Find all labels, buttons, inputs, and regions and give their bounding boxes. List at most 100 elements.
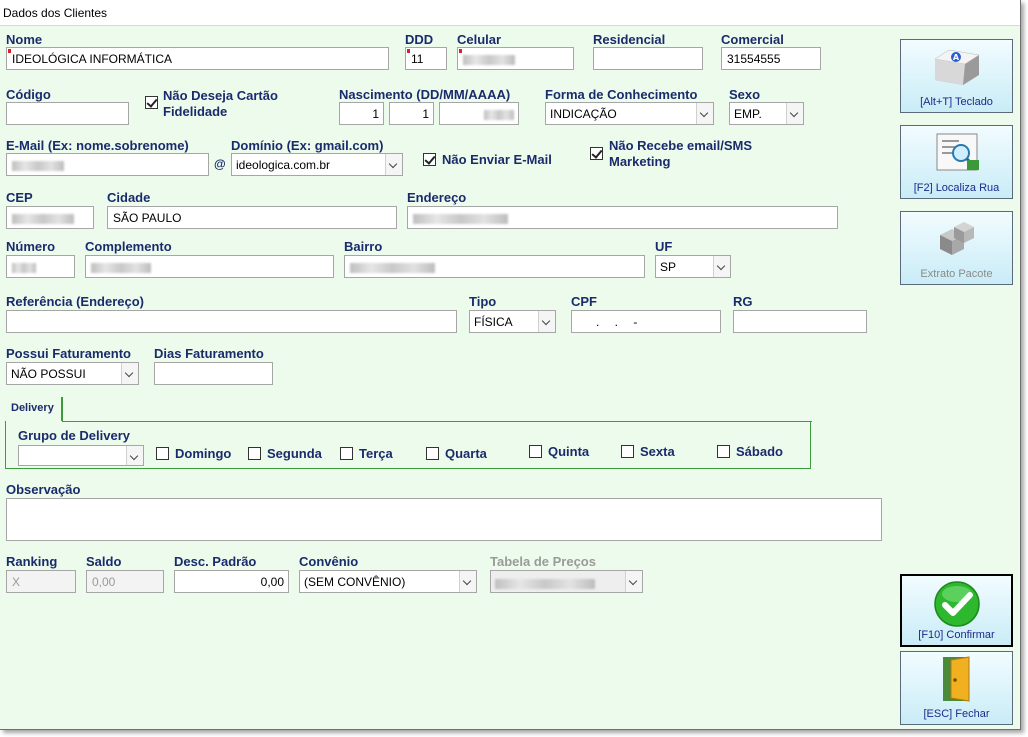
sexta-label: Sexta [640,444,675,459]
package-icon [939,222,974,255]
uf-select[interactable]: SP [655,255,731,278]
client-form-window: Dados dos Clientes Nome IDEOLÓGICA INFOR… [0,0,1021,730]
dominio-value: ideologica.com.br [236,158,331,172]
sexo-value: EMP. [734,107,762,121]
ranking-input: X [6,570,76,593]
quinta-label: Quinta [548,444,590,459]
chevron-down-icon[interactable] [696,103,713,124]
codigo-input[interactable] [6,102,129,125]
segunda-label: Segunda [267,446,322,461]
convenio-value: (SEM CONVÊNIO) [304,575,406,589]
title-bar: Dados dos Clientes [0,0,1020,26]
residencial-input[interactable] [593,47,703,70]
bairro-input[interactable] [344,255,645,278]
codigo-label: Código [6,87,51,102]
fechar-caption: [ESC] Fechar [923,708,990,720]
redacted-value [495,578,595,589]
desc-padrao-input[interactable]: 0,00 [174,570,289,593]
domingo-label: Domingo [175,446,232,461]
quinta-checkbox[interactable] [529,445,542,458]
bairro-label: Bairro [344,239,383,254]
nao-recebe-marketing-label: Não Recebe email/SMS Marketing [609,138,753,169]
tipo-select[interactable]: FÍSICA [469,310,556,333]
sabado-checkbox[interactable] [717,445,730,458]
desc-padrao-label: Desc. Padrão [174,554,257,569]
redacted-value [91,262,151,273]
residencial-label: Residencial [593,32,666,47]
chevron-down-icon[interactable] [713,256,730,277]
teclado-button[interactable]: A [Alt+T] Teclado [900,39,1013,113]
confirmar-button[interactable]: [F10] Confirmar [900,574,1013,647]
dias-faturamento-label: Dias Faturamento [154,346,264,361]
convenio-select[interactable]: (SEM CONVÊNIO) [299,570,477,593]
extrato-pacote-caption: Extrato Pacote [920,268,993,280]
svg-text:A: A [952,53,959,62]
chevron-down-icon[interactable] [126,446,143,465]
tabela-precos-label: Tabela de Preços [490,554,596,569]
sexo-select[interactable]: EMP. [729,102,804,125]
email-input[interactable] [6,153,209,176]
observacao-label: Observação [6,482,81,497]
nao-enviar-email-checkbox[interactable] [423,153,436,166]
quarta-checkbox[interactable] [426,447,439,460]
teclado-caption: [Alt+T] Teclado [920,96,993,108]
ddd-label: DDD [405,32,434,47]
cpf-label: CPF [571,294,597,309]
observacao-textarea[interactable] [6,498,882,541]
endereco-label: Endereço [407,190,467,205]
celular-input[interactable] [457,47,574,70]
saldo-label: Saldo [86,554,122,569]
convenio-label: Convênio [299,554,359,569]
numero-label: Número [6,239,56,254]
dias-faturamento-input[interactable] [154,362,273,385]
nome-input[interactable]: IDEOLÓGICA INFORMÁTICA [6,47,389,70]
uf-label: UF [655,239,673,254]
quarta-label: Quarta [445,446,487,461]
nascimento-day-input[interactable]: 1 [339,102,384,125]
dominio-label: Domínio (Ex: gmail.com) [231,138,384,153]
rg-label: RG [733,294,753,309]
cpf-input[interactable]: . . - [571,310,721,333]
dominio-select[interactable]: ideologica.com.br [231,153,403,176]
numero-input[interactable] [6,255,75,278]
ranking-label: Ranking [6,554,58,569]
chevron-down-icon[interactable] [385,154,402,175]
check-icon [933,581,980,627]
tabela-precos-select [490,570,643,593]
exit-door-icon [942,656,969,702]
chevron-down-icon[interactable] [121,363,138,384]
at-sign: @ [214,157,226,171]
complemento-input[interactable] [85,255,334,278]
chevron-down-icon[interactable] [459,571,476,592]
chevron-down-icon[interactable] [786,103,803,124]
possui-faturamento-select[interactable]: NÃO POSSUI [6,362,139,385]
tipo-value: FÍSICA [474,315,513,329]
localiza-rua-button[interactable]: [F2] Localiza Rua [900,125,1013,199]
sexta-checkbox[interactable] [621,445,634,458]
referencia-input[interactable] [6,310,457,333]
forma-conhecimento-select[interactable]: INDICAÇÃO [545,102,714,125]
domingo-checkbox[interactable] [156,447,169,460]
comercial-input[interactable]: 31554555 [721,47,821,70]
cep-input[interactable] [6,206,94,229]
nascimento-year-input[interactable] [439,102,519,125]
comercial-label: Comercial [721,32,784,47]
segunda-checkbox[interactable] [248,447,261,460]
terca-checkbox[interactable] [340,447,353,460]
saldo-input: 0,00 [86,570,164,593]
ddd-input[interactable]: 11 [405,47,447,70]
fechar-button[interactable]: [ESC] Fechar [900,651,1013,725]
window-title: Dados dos Clientes [3,6,108,20]
endereco-input[interactable] [407,206,838,229]
search-document-icon [936,133,979,171]
tab-delivery[interactable]: Delivery [5,397,63,421]
chevron-down-icon[interactable] [538,311,555,332]
grupo-delivery-select[interactable] [18,445,144,466]
redacted-value [350,262,435,273]
nao-cartao-checkbox[interactable] [145,96,158,109]
nascimento-month-input[interactable]: 1 [389,102,434,125]
rg-input[interactable] [733,310,867,333]
cidade-input[interactable]: SÃO PAULO [107,206,397,229]
localiza-rua-caption: [F2] Localiza Rua [913,182,1000,194]
nao-recebe-marketing-checkbox[interactable] [590,147,603,160]
